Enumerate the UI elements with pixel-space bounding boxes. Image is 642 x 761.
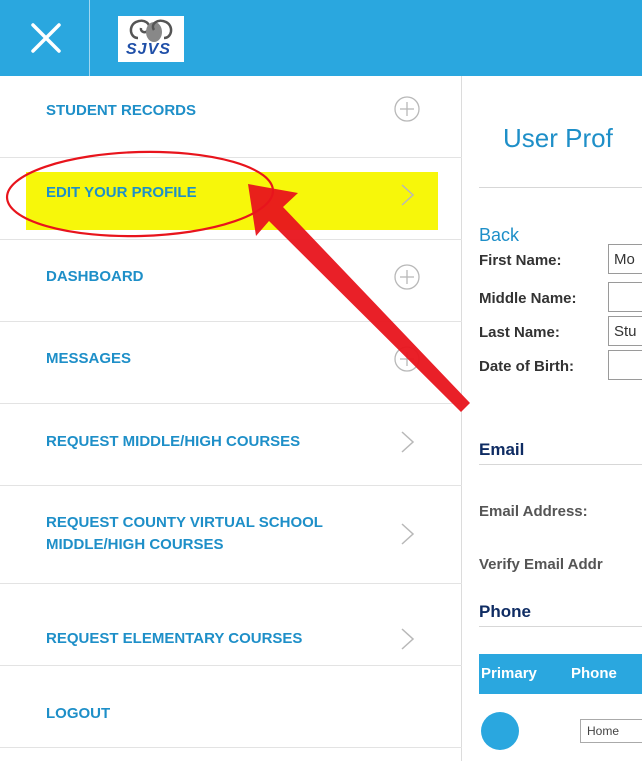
middle-name-input[interactable] xyxy=(608,282,642,312)
column-header-primary: Primary xyxy=(481,665,537,682)
sidebar-menu: STUDENT RECORDS EDIT YOUR PROFILE DASHBO… xyxy=(0,76,462,761)
page-title: User Prof xyxy=(503,123,613,153)
sidebar-item-logout[interactable]: LOGOUT xyxy=(0,666,462,748)
last-name-label: Last Name: xyxy=(479,324,560,341)
first-name-label: First Name: xyxy=(479,252,562,269)
sidebar-item-label: LOGOUT xyxy=(46,705,111,722)
sidebar-item-student-records[interactable]: STUDENT RECORDS xyxy=(0,76,462,158)
school-logo[interactable]: SJVS xyxy=(118,16,184,62)
sidebar-item-label: DASHBOARD xyxy=(46,268,144,285)
verify-email-label: Verify Email Addr xyxy=(479,556,603,573)
sidebar-item-label: EDIT YOUR PROFILE xyxy=(46,184,197,201)
sidebar-item-messages[interactable]: MESSAGES xyxy=(0,322,462,404)
plus-circle-icon xyxy=(394,264,420,290)
sidebar-item-request-elementary-courses[interactable]: REQUEST ELEMENTARY COURSES xyxy=(0,584,462,666)
email-section-heading: Email xyxy=(479,440,525,459)
phone-type-select[interactable]: Home xyxy=(580,719,642,743)
sidebar-item-label: STUDENT RECORDS xyxy=(46,102,197,119)
profile-panel: User Prof Back First Name: Mo Middle Nam… xyxy=(463,76,642,761)
logo-text: SJVS xyxy=(126,41,171,58)
sidebar-item-label: REQUEST COUNTY VIRTUAL SCHOOL MIDDLE/HIG… xyxy=(46,514,323,553)
chevron-right-icon xyxy=(401,184,415,206)
chevron-right-icon xyxy=(401,628,415,650)
sidebar-item-request-middle-high-courses[interactable]: REQUEST MIDDLE/HIGH COURSES xyxy=(0,404,462,486)
chevron-right-icon xyxy=(401,523,415,545)
sidebar-item-request-county-virtual-courses[interactable]: REQUEST COUNTY VIRTUAL SCHOOL MIDDLE/HIG… xyxy=(0,486,462,584)
primary-radio[interactable] xyxy=(481,712,519,750)
sidebar-item-label: REQUEST ELEMENTARY COURSES xyxy=(46,630,303,647)
column-header-phone: Phone xyxy=(571,665,617,682)
middle-name-label: Middle Name: xyxy=(479,290,577,307)
date-of-birth-label: Date of Birth: xyxy=(479,358,574,375)
back-link[interactable]: Back xyxy=(479,225,519,246)
divider xyxy=(479,464,642,465)
sidebar-item-label: REQUEST MIDDLE/HIGH COURSES xyxy=(46,433,301,450)
date-of-birth-input[interactable] xyxy=(608,350,642,380)
sidebar-item-label: MESSAGES xyxy=(46,350,132,367)
top-bar: SJVS xyxy=(0,0,642,76)
last-name-input[interactable]: Stu xyxy=(608,316,642,346)
email-address-label: Email Address: xyxy=(479,503,588,520)
plus-circle-icon xyxy=(394,96,420,122)
first-name-input[interactable]: Mo xyxy=(608,244,642,274)
close-menu-button[interactable] xyxy=(0,0,90,76)
divider xyxy=(479,187,642,188)
chevron-right-icon xyxy=(401,431,415,453)
phone-table-header: Primary Phone xyxy=(479,654,642,694)
plus-circle-icon xyxy=(394,346,420,372)
phone-section-heading: Phone xyxy=(479,602,531,621)
divider xyxy=(479,626,642,627)
sidebar-item-dashboard[interactable]: DASHBOARD xyxy=(0,240,462,322)
sidebar-item-edit-profile[interactable]: EDIT YOUR PROFILE xyxy=(0,158,462,240)
close-icon xyxy=(31,23,61,53)
